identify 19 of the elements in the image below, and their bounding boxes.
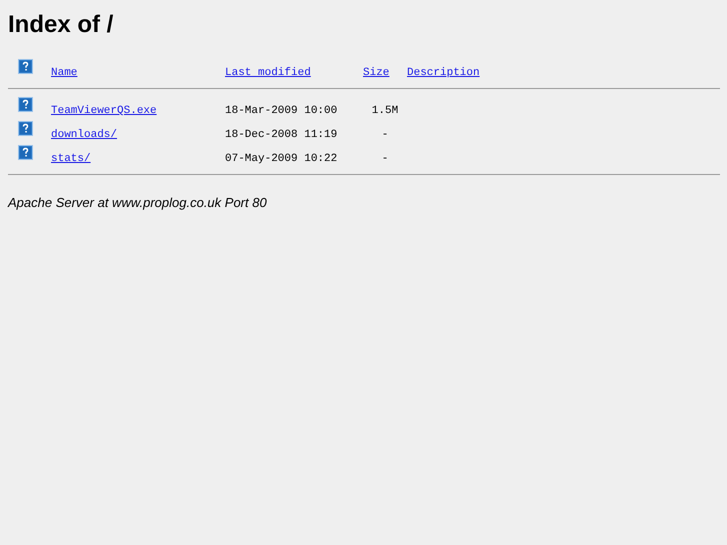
unknown-file-icon: [18, 121, 33, 136]
file-size: -: [380, 152, 390, 167]
file-link[interactable]: TeamViewerQS.exe: [51, 105, 157, 117]
modified-date: 07-May-2009 10:22: [225, 152, 338, 167]
column-header-link[interactable]: Description: [407, 67, 480, 79]
server-signature: Apache Server at www.proplog.co.uk Port 80: [8, 195, 268, 210]
page-title: Index of /: [8, 11, 114, 39]
file-link[interactable]: stats/: [51, 153, 91, 165]
file-link[interactable]: downloads/: [51, 129, 118, 141]
unknown-file-icon: [18, 97, 33, 112]
modified-date: 18-Mar-2009 10:00: [225, 104, 338, 119]
file-size: -: [380, 128, 390, 143]
column-header-link[interactable]: Last modified: [225, 67, 311, 79]
unknown-file-icon: [18, 59, 33, 74]
column-header-link[interactable]: Name: [51, 67, 78, 79]
unknown-file-icon: [18, 145, 33, 160]
column-header-link[interactable]: Size: [363, 67, 390, 79]
modified-date: 18-Dec-2008 11:19: [225, 128, 338, 143]
file-size: 1.5M: [370, 104, 400, 119]
